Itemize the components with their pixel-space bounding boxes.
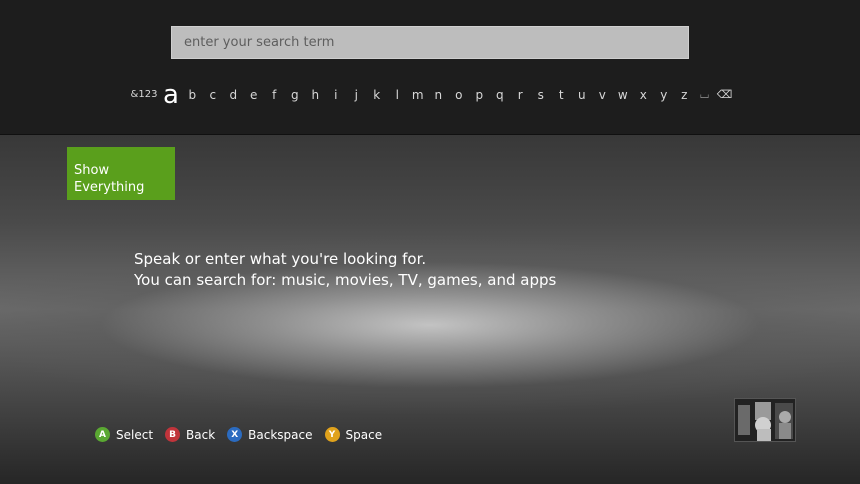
key-symbols[interactable]: &123 (128, 80, 160, 110)
a-button-icon: A (95, 427, 110, 442)
key-y[interactable]: y (654, 80, 675, 110)
key-g[interactable]: g (285, 80, 306, 110)
key-l[interactable]: l (387, 80, 408, 110)
key-v[interactable]: v (592, 80, 613, 110)
select-control: A Select (95, 427, 153, 442)
gamer-picture-icon (734, 398, 796, 442)
top-bar: &123 a b c d e f g h i j k l m n o p q r… (0, 0, 860, 135)
key-o[interactable]: o (449, 80, 470, 110)
b-button-icon: B (165, 427, 181, 442)
key-z[interactable]: z (674, 80, 695, 110)
key-p[interactable]: p (469, 80, 490, 110)
key-t[interactable]: t (551, 80, 572, 110)
key-j[interactable]: j (346, 80, 367, 110)
space-control: Y Space (324, 427, 383, 442)
select-label: Select (116, 427, 154, 442)
key-a-selected[interactable]: a (160, 81, 182, 109)
key-i[interactable]: i (326, 80, 347, 110)
search-input[interactable] (182, 34, 688, 51)
key-r[interactable]: r (510, 80, 531, 110)
space-label: Space (345, 427, 383, 442)
space-key-icon[interactable]: ⌴ (695, 80, 715, 110)
gamer-picture-art (735, 399, 795, 441)
backspace-label: Backspace (248, 427, 313, 442)
key-m[interactable]: m (408, 80, 429, 110)
key-k[interactable]: k (367, 80, 388, 110)
search-box[interactable] (171, 26, 689, 59)
key-x[interactable]: x (633, 80, 654, 110)
y-button-icon: Y (324, 427, 340, 442)
show-everything-line1: Show (74, 163, 110, 178)
search-hint: Speak or enter what you're looking for. … (134, 249, 556, 291)
key-c[interactable]: c (203, 80, 224, 110)
key-u[interactable]: u (572, 80, 593, 110)
key-b[interactable]: b (182, 80, 203, 110)
show-everything-button[interactable]: Show Everything (67, 147, 175, 200)
controller-legend: A Select B Back X Backspace Y Space (95, 427, 394, 442)
main-panel: Show Everything Speak or enter what you'… (0, 135, 860, 484)
key-d[interactable]: d (223, 80, 244, 110)
key-f[interactable]: f (264, 80, 285, 110)
backspace-key-icon[interactable]: ⌫ (715, 80, 735, 110)
show-everything-line2: Everything (74, 180, 145, 195)
key-s[interactable]: s (531, 80, 552, 110)
backspace-control: X Backspace (227, 427, 313, 442)
key-q[interactable]: q (490, 80, 511, 110)
key-w[interactable]: w (613, 80, 634, 110)
hint-line2: You can search for: music, movies, TV, g… (134, 271, 557, 289)
key-e[interactable]: e (244, 80, 265, 110)
onscreen-keyboard: &123 a b c d e f g h i j k l m n o p q r… (128, 80, 738, 110)
key-n[interactable]: n (428, 80, 449, 110)
hint-line1: Speak or enter what you're looking for. (134, 250, 427, 268)
back-label: Back (186, 427, 216, 442)
back-control: B Back (165, 427, 215, 442)
key-h[interactable]: h (305, 80, 326, 110)
x-button-icon: X (227, 427, 243, 442)
